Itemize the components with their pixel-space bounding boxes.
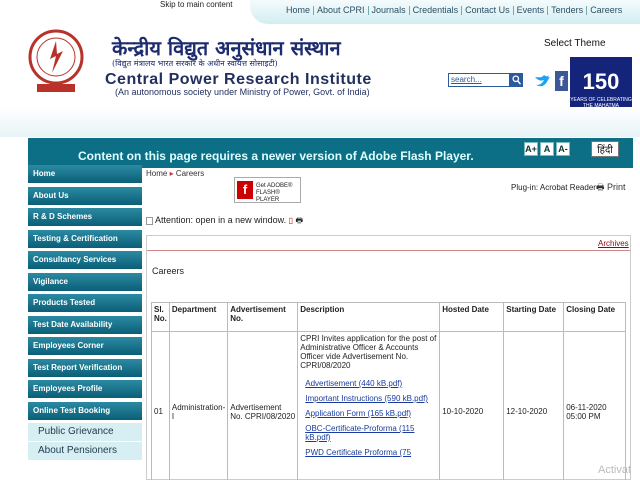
cell-description: CPRI Invites application for the post of… xyxy=(297,331,441,480)
table-row: 01 Administration-I Advertisement No. CP… xyxy=(151,331,627,480)
sidebar-item-products-tested[interactable]: Products Tested xyxy=(28,294,142,312)
top-navigation: Home About CPRI Journals Credentials Con… xyxy=(250,0,640,24)
hindi-language-button[interactable]: हिंदी xyxy=(591,141,619,157)
cell-sl: 01 xyxy=(151,331,170,480)
flash-button-text: Get ADOBE® FLASH® PLAYER xyxy=(256,183,293,203)
link-advertisement[interactable]: Advertisement (440 kB.pdf) xyxy=(300,379,437,388)
hindi-subtitle: (विद्युत मंत्रालय भारत सरकार के अधीन स्व… xyxy=(112,59,278,68)
sidebar-item-employees-corner[interactable]: Employees Corner xyxy=(28,337,142,355)
font-increase-button[interactable]: A+ xyxy=(524,142,538,156)
careers-table: Sl. No. Department Advertisement No. Des… xyxy=(151,302,627,480)
sidebar-item-about-us[interactable]: About Us xyxy=(28,186,142,205)
link-pwd-certificate[interactable]: PWD Certificate Proforma (75 xyxy=(300,448,437,457)
description-text: CPRI Invites application for the post of… xyxy=(300,334,437,370)
plugin-info: Plug-in: Acrobat Reader xyxy=(511,183,596,192)
activate-watermark: Activat xyxy=(598,464,632,476)
link-instructions[interactable]: Important Instructions (590 kB.pdf) xyxy=(300,394,437,403)
header-closing-date: Closing Date xyxy=(563,302,627,332)
sidebar-item-consultancy[interactable]: Consultancy Services xyxy=(28,251,142,269)
printer-icon: 🖶 xyxy=(596,182,605,192)
link-obc-certificate[interactable]: OBC-Certificate-Proforma (115 kB.pdf) xyxy=(300,424,437,442)
header-description: Description xyxy=(297,302,441,332)
sidebar-item-pensioners[interactable]: About Pensioners xyxy=(28,442,142,460)
sidebar-item-online-booking[interactable]: Online Test Booking xyxy=(28,401,142,420)
header-hosted-date: Hosted Date xyxy=(439,302,505,332)
attention-note: Attention: open in a new window. ▯ 🖶 xyxy=(146,215,303,229)
topnav-journals[interactable]: Journals xyxy=(369,6,410,15)
badge-number: 150 xyxy=(582,69,620,94)
topnav-careers[interactable]: Careers xyxy=(587,6,625,15)
topnav-home[interactable]: Home xyxy=(283,6,315,15)
hindi-institute-title: केन्द्रीय विद्युत अनुसंधान संस्थान xyxy=(112,36,341,60)
font-normal-button[interactable]: A xyxy=(540,142,554,156)
sidebar-item-home[interactable]: Home xyxy=(28,165,142,183)
archives-link[interactable]: Archives xyxy=(598,239,629,248)
institute-subtitle: (An autonomous society under Ministry of… xyxy=(115,87,370,97)
topnav-contact[interactable]: Contact Us xyxy=(462,6,514,15)
header-band xyxy=(0,107,640,137)
sidebar-item-vigilance[interactable]: Vigilance xyxy=(28,272,142,291)
topnav-events[interactable]: Events xyxy=(514,6,549,15)
print-link[interactable]: 🖶 Print xyxy=(596,180,626,196)
twitter-icon[interactable] xyxy=(533,71,551,91)
sidebar: Home About Us R & D Schemes Testing & Ce… xyxy=(28,165,142,461)
sidebar-item-testing[interactable]: Testing & Certification xyxy=(28,229,142,248)
printer-small-icon: 🖶 xyxy=(295,216,304,225)
link-application-form[interactable]: Application Form (165 kB.pdf) xyxy=(300,409,437,418)
search-button[interactable] xyxy=(510,73,523,87)
header-sl-no: Sl. No. xyxy=(151,302,170,332)
cpri-logo-icon xyxy=(28,29,84,92)
facebook-icon[interactable]: f xyxy=(555,71,568,91)
cell-hosted-date: 10-10-2020 xyxy=(439,331,505,480)
skip-to-content-link[interactable]: Skip to main content xyxy=(160,0,232,9)
divider xyxy=(147,250,630,251)
search-icon xyxy=(512,75,521,85)
breadcrumb-current: Careers xyxy=(175,169,205,178)
sidebar-item-test-report[interactable]: Test Report Verification xyxy=(28,358,142,377)
sidebar-item-test-date[interactable]: Test Date Availability xyxy=(28,315,142,334)
breadcrumb: Home ▸ Careers xyxy=(146,169,204,178)
breadcrumb-separator-icon: ▸ xyxy=(169,169,174,178)
select-theme-label[interactable]: Select Theme xyxy=(544,38,606,49)
topnav-credentials[interactable]: Credentials xyxy=(410,6,463,15)
topnav-about[interactable]: About CPRI xyxy=(314,6,369,15)
cell-department: Administration-I xyxy=(168,331,229,480)
get-flash-player-button[interactable]: f Get ADOBE® FLASH® PLAYER xyxy=(234,177,301,203)
cell-adv-no: Advertisement No. CPRI/08/2020 xyxy=(227,331,299,480)
sidebar-item-rd-schemes[interactable]: R & D Schemes xyxy=(28,208,142,226)
pdf-icon: ▯ xyxy=(288,216,294,225)
print-label: Print xyxy=(607,182,626,192)
attention-icon xyxy=(146,216,153,225)
cell-closing-date: 06-11-2020 05:00 PM xyxy=(563,331,627,480)
flash-message: Content on this page requires a newer ve… xyxy=(78,149,474,163)
topnav-tenders[interactable]: Tenders xyxy=(548,6,588,15)
font-decrease-button[interactable]: A- xyxy=(556,142,570,156)
table-header-row: Sl. No. Department Advertisement No. Des… xyxy=(151,302,627,332)
sidebar-item-employees-profile[interactable]: Employees Profile xyxy=(28,380,142,398)
sidebar-item-public-grievance[interactable]: Public Grievance xyxy=(28,423,142,441)
breadcrumb-home[interactable]: Home xyxy=(146,169,167,178)
header-adv-no: Advertisement No. xyxy=(227,302,299,332)
attention-text: Attention: open in a new window. xyxy=(155,215,287,225)
careers-heading: Careers xyxy=(152,266,185,276)
cell-starting-date: 12-10-2020 xyxy=(503,331,565,480)
search-input[interactable]: search... xyxy=(448,73,510,87)
header-department: Department xyxy=(168,302,229,332)
flash-icon: f xyxy=(237,181,253,199)
header-starting-date: Starting Date xyxy=(503,302,565,332)
